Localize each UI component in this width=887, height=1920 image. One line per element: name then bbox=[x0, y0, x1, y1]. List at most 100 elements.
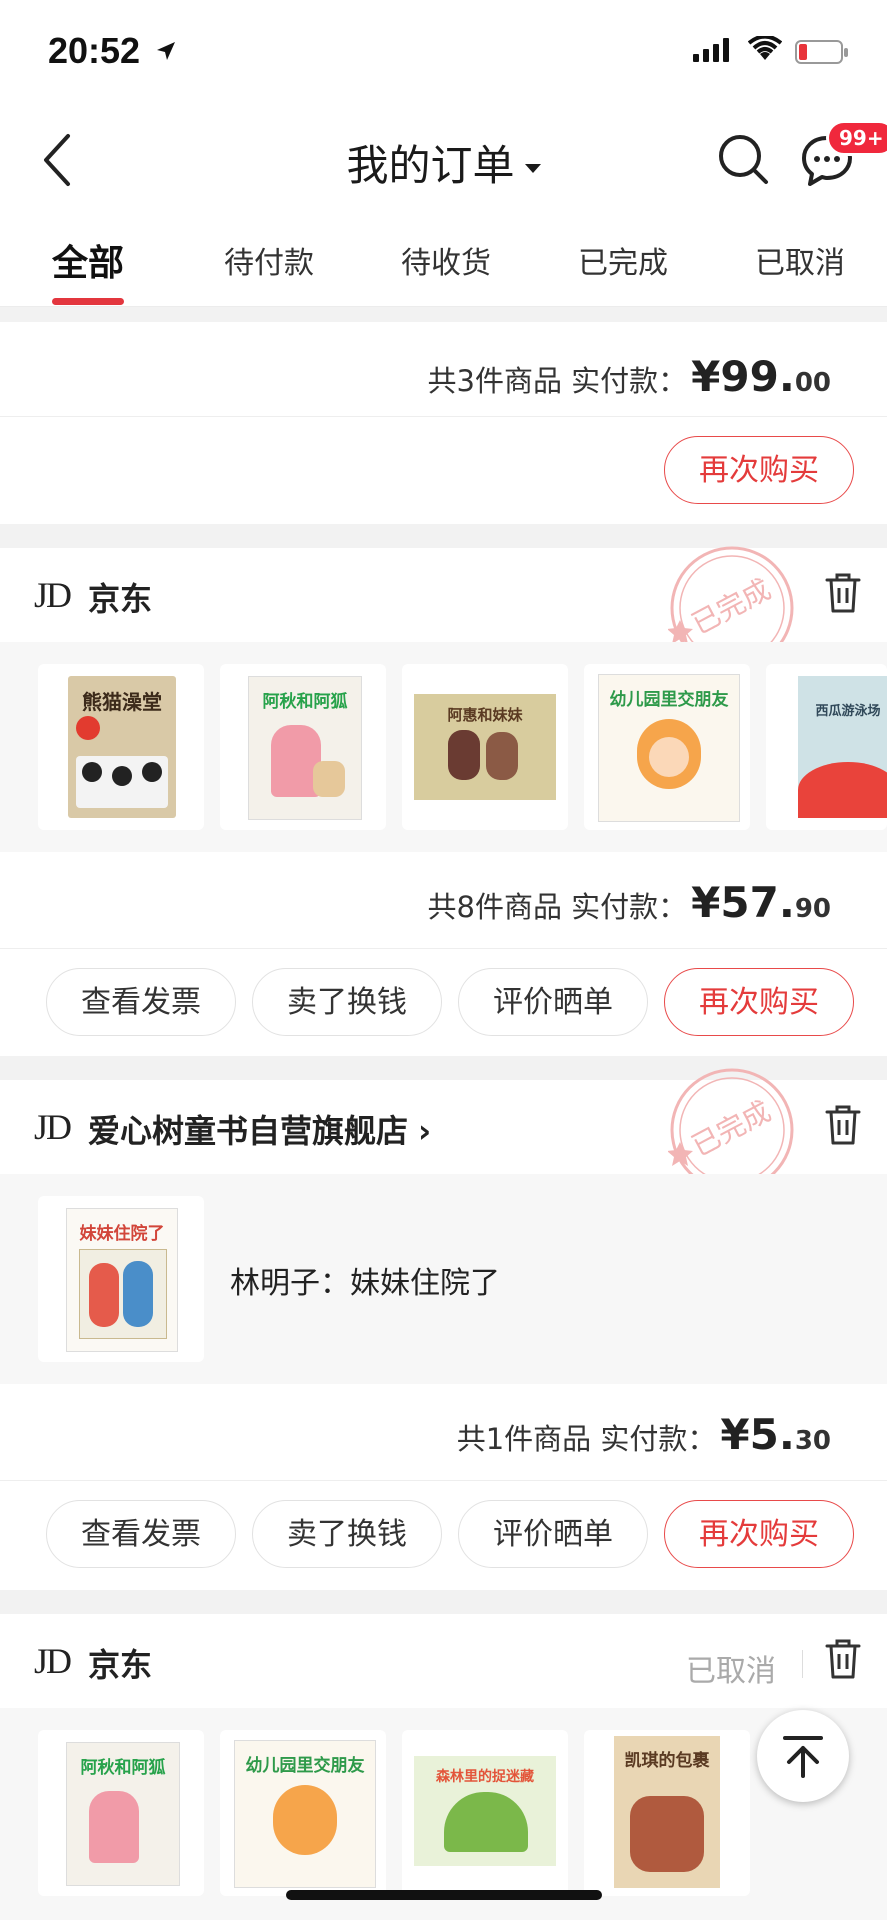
order-card: JD 京东 已取消 阿秋和阿狐 幼儿园里交朋友 森林里的捉迷藏 凯琪的包裹 bbox=[0, 1614, 887, 1920]
stamp-text: 已完成 bbox=[686, 572, 776, 641]
buy-again-button[interactable]: 再次购买 bbox=[664, 1500, 854, 1568]
book-title: 妹妹住院了 bbox=[79, 1224, 165, 1244]
book-cover: 阿秋和阿狐 bbox=[66, 1742, 180, 1886]
order-summary: 共3件商品 实付款：¥99.00 bbox=[428, 352, 832, 401]
product-thumbnail[interactable]: 幼儿园里交朋友 bbox=[584, 664, 750, 830]
jd-logo-icon: JD bbox=[34, 1641, 72, 1681]
summary-label: 共1件商品 实付款： bbox=[456, 1422, 717, 1456]
tab-cancelled[interactable]: 已取消 bbox=[755, 238, 845, 282]
paid-amount-cents: 30 bbox=[794, 1426, 831, 1456]
goods-list[interactable]: 熊猫澡堂 阿秋和阿狐 阿惠和妹妹 幼儿园里交朋友 西瓜游泳场 bbox=[0, 642, 887, 852]
tab-pending-receipt[interactable]: 待收货 bbox=[401, 238, 491, 282]
jd-logo-icon: JD bbox=[34, 1107, 72, 1147]
summary-label: 共3件商品 实付款： bbox=[427, 364, 688, 398]
book-cover: 幼儿园里交朋友 bbox=[234, 1740, 376, 1888]
book-title: 凯琪的包裹 bbox=[624, 1751, 710, 1771]
buy-again-button[interactable]: 再次购买 bbox=[664, 968, 854, 1036]
jd-logo-icon: JD bbox=[34, 575, 72, 615]
goods-list[interactable]: 阿秋和阿狐 幼儿园里交朋友 森林里的捉迷藏 凯琪的包裹 bbox=[0, 1708, 887, 1920]
summary-label: 共8件商品 实付款： bbox=[427, 890, 688, 924]
book-cover: 妹妹住院了 bbox=[66, 1208, 178, 1352]
divider bbox=[802, 1650, 803, 1678]
nav-bar: 我的订单 99+ bbox=[0, 110, 887, 210]
book-title: 阿惠和妹妹 bbox=[447, 706, 523, 724]
home-indicator[interactable] bbox=[286, 1890, 602, 1900]
goods-item[interactable]: 妹妹住院了 林明子：妹妹住院了 bbox=[0, 1174, 887, 1384]
chevron-right-icon: › bbox=[418, 1112, 432, 1150]
book-cover: 凯琪的包裹 bbox=[614, 1736, 720, 1888]
review-button[interactable]: 评价晒单 bbox=[458, 1500, 648, 1568]
cellular-signal-icon bbox=[693, 38, 729, 62]
divider bbox=[0, 416, 887, 417]
back-to-top-button[interactable] bbox=[757, 1710, 849, 1802]
shop-header[interactable]: JD 京东 已完成 bbox=[0, 546, 887, 670]
battery-icon bbox=[795, 40, 848, 64]
active-tab-indicator bbox=[52, 298, 124, 305]
shop-name: 京东 bbox=[88, 580, 153, 618]
tab-all[interactable]: 全部 bbox=[52, 234, 124, 286]
order-card: 共3件商品 实付款：¥99.00 再次购买 bbox=[0, 322, 887, 524]
order-summary: 共8件商品 实付款：¥57.90 bbox=[428, 878, 832, 927]
product-thumbnail[interactable]: 西瓜游泳场 bbox=[766, 664, 887, 830]
paid-amount: ¥99. bbox=[691, 352, 795, 401]
shop-name: 爱心树童书自营旗舰店 › bbox=[88, 1106, 431, 1152]
book-title: 阿秋和阿狐 bbox=[262, 692, 348, 712]
book-cover: 熊猫澡堂 bbox=[68, 676, 176, 818]
delete-icon[interactable] bbox=[825, 1104, 861, 1146]
shop-header[interactable]: JD 京东 已取消 bbox=[0, 1614, 887, 1708]
book-title: 森林里的捉迷藏 bbox=[436, 1769, 534, 1785]
book-title: 熊猫澡堂 bbox=[82, 690, 162, 714]
order-card: JD 爱心树童书自营旗舰店 › 已完成 妹妹住院了 林明子：妹妹住院了 共1件商品 bbox=[0, 1068, 887, 1590]
order-card: JD 京东 已完成 熊猫澡堂 阿秋和阿狐 阿惠和妹妹 幼儿园里交朋友 西瓜游泳场… bbox=[0, 546, 887, 1056]
book-cover: 阿惠和妹妹 bbox=[414, 694, 556, 800]
divider bbox=[0, 948, 887, 949]
order-tabs: 全部 待付款 待收货 已完成 已取消 bbox=[0, 210, 887, 307]
book-cover: 幼儿园里交朋友 bbox=[598, 674, 740, 822]
page-title-text: 我的订单 bbox=[346, 141, 515, 190]
product-thumbnail[interactable]: 妹妹住院了 bbox=[38, 1196, 204, 1362]
product-thumbnail[interactable]: 幼儿园里交朋友 bbox=[220, 1730, 386, 1896]
resell-button[interactable]: 卖了换钱 bbox=[252, 968, 442, 1036]
shop-name: 京东 bbox=[88, 1646, 153, 1684]
stamp-text: 已完成 bbox=[686, 1094, 776, 1163]
book-title: 阿秋和阿狐 bbox=[80, 1758, 166, 1778]
buy-again-button[interactable]: 再次购买 bbox=[664, 436, 854, 504]
product-thumbnail[interactable]: 凯琪的包裹 bbox=[584, 1730, 750, 1896]
divider bbox=[0, 1480, 887, 1481]
book-title: 幼儿园里交朋友 bbox=[245, 1756, 365, 1776]
shop-name-text: 爱心树童书自营旗舰店 bbox=[88, 1112, 409, 1150]
product-thumbnail[interactable]: 阿秋和阿狐 bbox=[38, 1730, 204, 1896]
review-button[interactable]: 评价晒单 bbox=[458, 968, 648, 1036]
book-title: 西瓜游泳场 bbox=[815, 704, 881, 719]
arrow-up-icon bbox=[783, 1736, 823, 1778]
tab-completed[interactable]: 已完成 bbox=[578, 238, 668, 282]
view-invoice-button[interactable]: 查看发票 bbox=[46, 968, 236, 1036]
book-cover: 阿秋和阿狐 bbox=[248, 676, 362, 820]
product-name[interactable]: 林明子：妹妹住院了 bbox=[230, 1258, 500, 1302]
chevron-down-icon bbox=[524, 164, 541, 173]
status-bar: 20:52 bbox=[0, 0, 887, 110]
view-invoice-button[interactable]: 查看发票 bbox=[46, 1500, 236, 1568]
location-arrow-icon bbox=[157, 42, 175, 60]
product-thumbnail[interactable]: 熊猫澡堂 bbox=[38, 664, 204, 830]
product-thumbnail[interactable]: 阿惠和妹妹 bbox=[402, 664, 568, 830]
tab-pending-payment[interactable]: 待付款 bbox=[224, 238, 314, 282]
paid-amount: ¥5. bbox=[720, 1410, 795, 1459]
delete-icon[interactable] bbox=[825, 572, 861, 614]
delete-icon[interactable] bbox=[825, 1638, 861, 1680]
resell-button[interactable]: 卖了换钱 bbox=[252, 1500, 442, 1568]
shop-header[interactable]: JD 爱心树童书自营旗舰店 › 已完成 bbox=[0, 1068, 887, 1192]
book-title: 幼儿园里交朋友 bbox=[609, 690, 729, 710]
paid-amount-cents: 90 bbox=[794, 894, 831, 924]
paid-amount-cents: 00 bbox=[794, 368, 831, 398]
book-cover: 森林里的捉迷藏 bbox=[414, 1756, 556, 1866]
status-time: 20:52 bbox=[48, 30, 141, 71]
search-icon[interactable] bbox=[716, 128, 770, 188]
wifi-icon bbox=[748, 36, 782, 60]
product-thumbnail[interactable]: 森林里的捉迷藏 bbox=[402, 1730, 568, 1896]
paid-amount: ¥57. bbox=[691, 878, 795, 927]
message-badge: 99+ bbox=[826, 120, 887, 156]
order-summary: 共1件商品 实付款：¥5.30 bbox=[457, 1410, 831, 1459]
order-status: 已取消 bbox=[686, 1654, 776, 1689]
product-thumbnail[interactable]: 阿秋和阿狐 bbox=[220, 664, 386, 830]
